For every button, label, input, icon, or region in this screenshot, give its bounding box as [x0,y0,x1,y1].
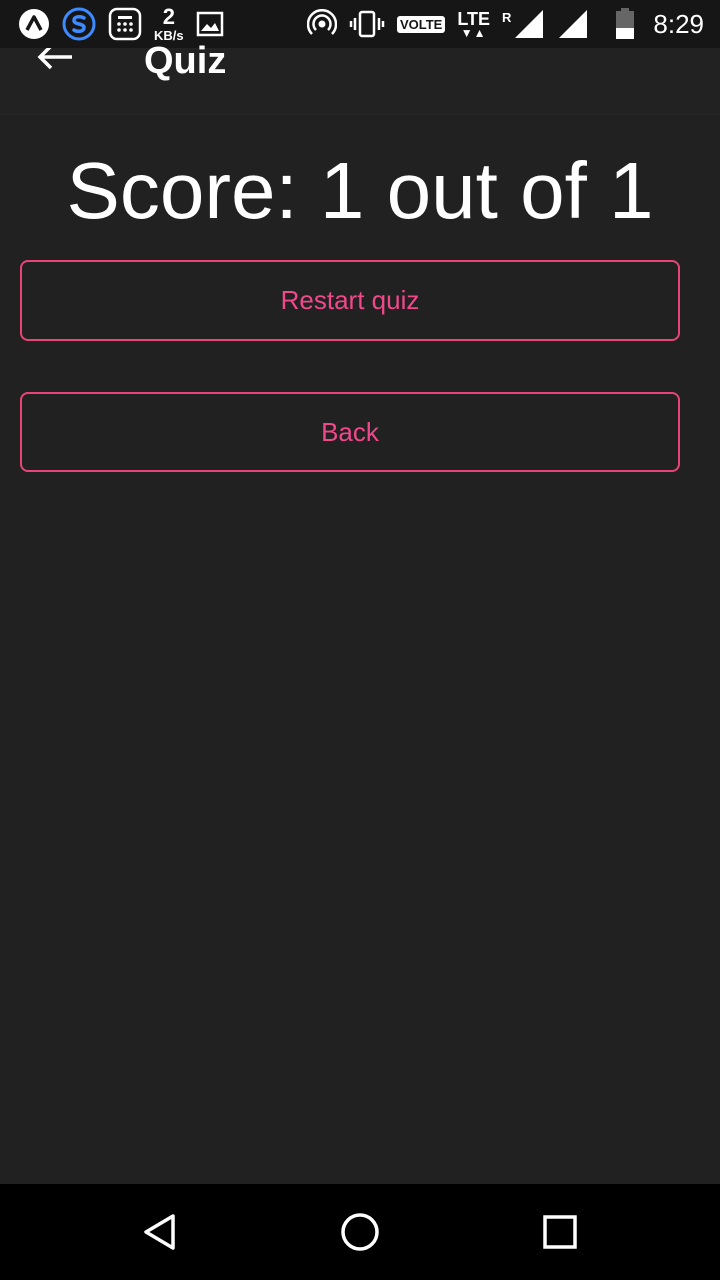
s-app-icon [62,7,96,41]
status-bar-right: VOLTE LTE ▼▲ R 8:29 [306,0,704,48]
hotspot-icon [306,9,337,39]
roaming-label: R [502,10,512,25]
system-nav-bar [0,1184,720,1280]
net-speed-value: 2 [162,4,175,29]
status-bar: 2 KB/s VOLTE LTE ▼▲ R 8:29 [0,0,720,48]
restart-quiz-button[interactable]: Restart quiz [20,260,680,341]
clock: 8:29 [653,8,704,39]
app-a-icon [18,8,50,40]
net-speed-indicator: 2 KB/s [154,4,184,43]
quiz-result-screen: 2 KB/s VOLTE LTE ▼▲ R 8:29 Quiz Score: 1… [0,0,720,1280]
home-circle-icon[interactable] [340,1212,380,1252]
signal-icon [557,8,589,40]
recents-square-icon[interactable] [540,1212,580,1252]
vibrate-icon [349,9,385,39]
back-triangle-icon[interactable] [140,1212,180,1252]
lte-label: LTE [457,8,490,29]
back-button[interactable]: Back [20,392,680,472]
signal-icon [513,8,545,40]
calculator-icon [108,7,142,41]
page-title: Quiz [144,40,227,82]
battery-icon [615,8,635,40]
data-arrows-icon: ▼▲ [460,25,487,40]
score-text: Score: 1 out of 1 [66,146,654,235]
arrow-left-icon[interactable] [36,48,76,70]
app-bar: Quiz [0,40,720,115]
lte-indicator: LTE ▼▲ [457,10,490,39]
image-icon [196,11,224,37]
volte-badge: VOLTE [396,15,446,33]
